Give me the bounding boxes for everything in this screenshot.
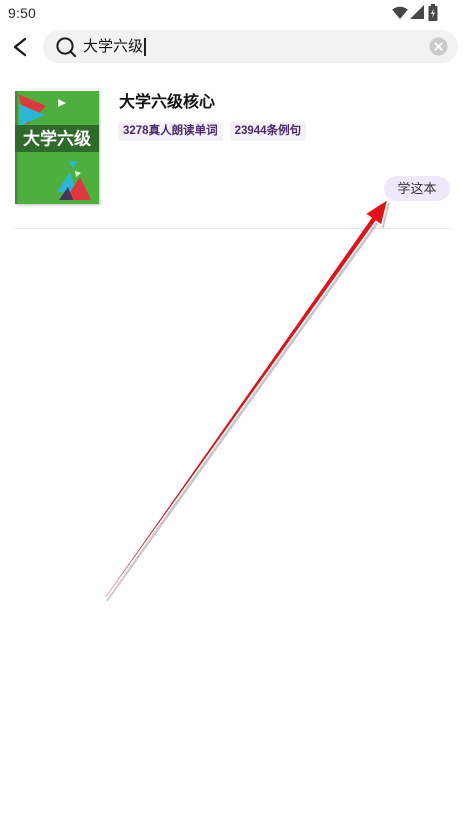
wifi-icon bbox=[392, 6, 408, 19]
result-list-item[interactable]: 大学六级 大学六级核心 3278真人朗读单词 23944条例句 学这本 bbox=[0, 80, 466, 228]
text-cursor bbox=[144, 37, 146, 56]
book-title: 大学六级核心 bbox=[119, 94, 216, 111]
status-bar: 9:50 bbox=[0, 0, 466, 26]
back-arrow-icon bbox=[13, 37, 27, 57]
status-time: 9:50 bbox=[8, 5, 37, 21]
learn-this-book-button[interactable]: 学这本 bbox=[384, 176, 450, 201]
search-bar[interactable]: 大学六级 bbox=[43, 30, 458, 63]
battery-icon bbox=[428, 4, 438, 21]
divider bbox=[15, 228, 451, 229]
screen: 9:50 大学六级 大学六级 大学六级核心 3278真人朗读单词 23944条例… bbox=[0, 0, 466, 828]
cellular-signal-icon bbox=[410, 5, 424, 19]
clear-icon bbox=[429, 37, 448, 56]
tag-example-count: 23944条例句 bbox=[229, 122, 307, 141]
book-tags: 3278真人朗读单词 23944条例句 bbox=[118, 122, 307, 141]
search-input[interactable]: 大学六级 bbox=[83, 30, 146, 63]
search-query-text: 大学六级 bbox=[83, 38, 144, 55]
clear-search-button[interactable] bbox=[429, 37, 448, 56]
back-button[interactable] bbox=[6, 32, 34, 62]
book-cover[interactable]: 大学六级 bbox=[15, 91, 99, 204]
cover-title-text: 大学六级 bbox=[23, 129, 91, 149]
tag-word-count: 3278真人朗读单词 bbox=[118, 122, 223, 141]
annotation-arrow-body bbox=[103, 198, 389, 600]
search-icon bbox=[56, 37, 77, 58]
annotation-arrow-shadow bbox=[106, 202, 391, 602]
